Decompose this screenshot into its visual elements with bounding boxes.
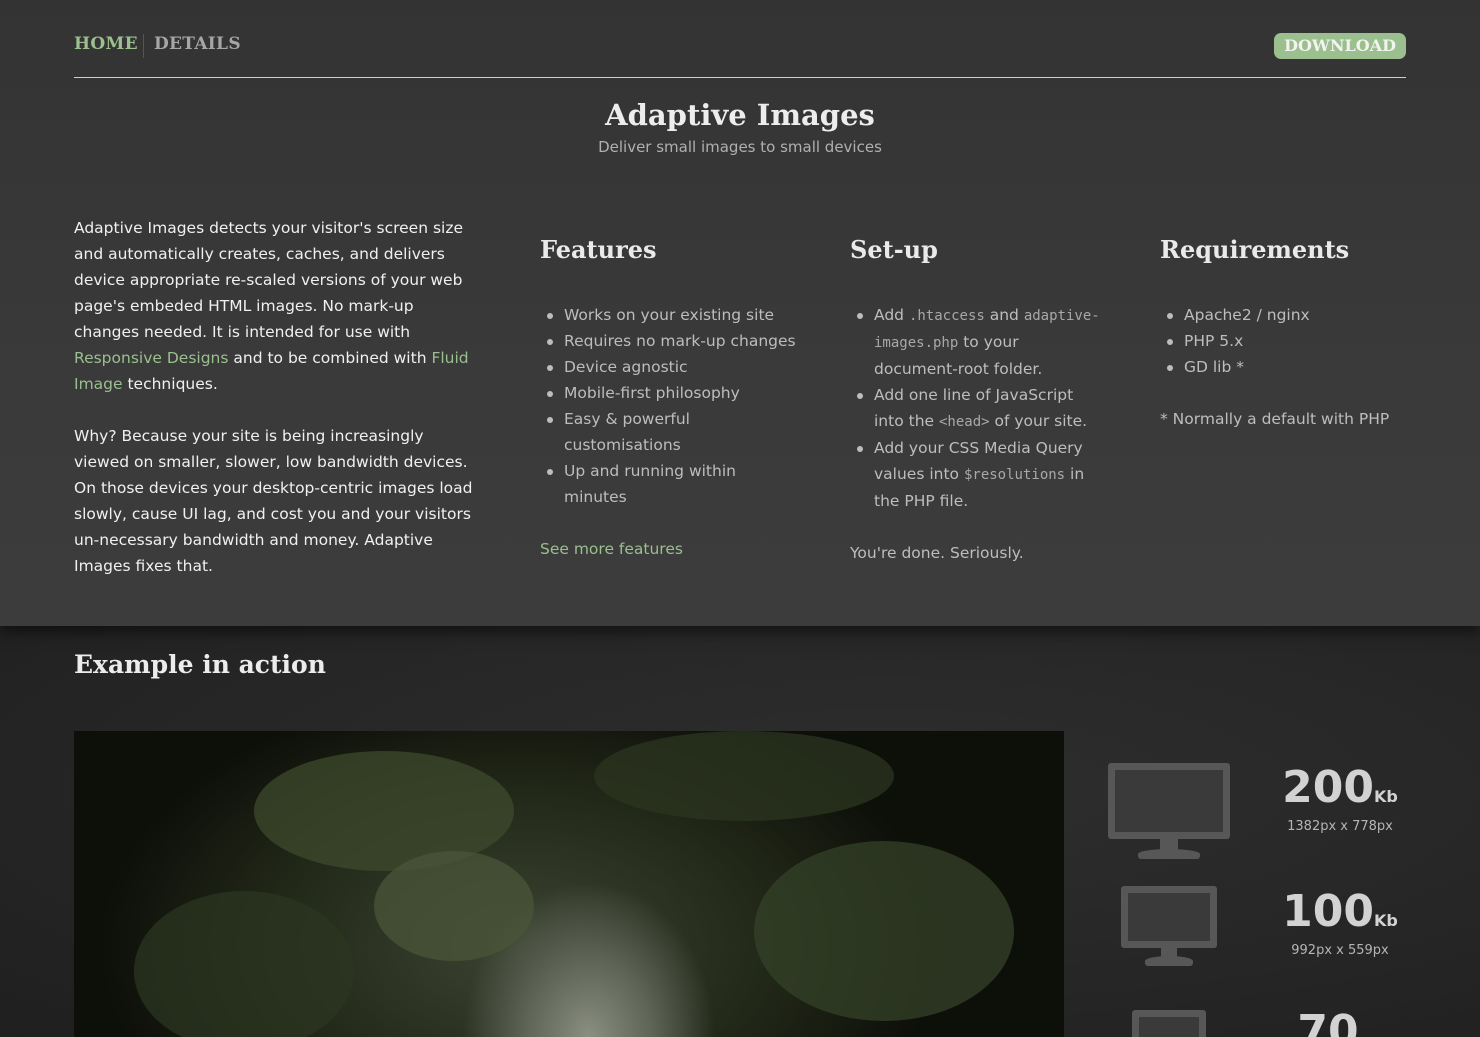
features-heading: Features: [540, 235, 657, 264]
setup-heading: Set-up: [850, 235, 938, 264]
stat-dims: 992px x 559px: [1291, 943, 1389, 958]
stat-size-100: 100Kb: [1270, 890, 1410, 943]
features-list: Works on your existing site Requires no …: [540, 302, 800, 510]
list-item: GD lib *: [1160, 354, 1420, 380]
list-item: Apache2 / nginx: [1160, 302, 1420, 328]
setup-column: Set-up Add .htaccess and adaptive-images…: [850, 232, 1100, 566]
nav-separator: [143, 34, 144, 58]
setup-text: of your site.: [989, 412, 1088, 430]
list-item: Add one line of JavaScript into the <hea…: [850, 382, 1100, 435]
stat-unit: Kb: [1374, 911, 1398, 930]
stat-size-70: 70: [1258, 1010, 1398, 1037]
list-item: Works on your existing site: [540, 302, 800, 328]
desktop-monitor-icon: [1108, 763, 1230, 861]
nav-details-link[interactable]: DETAILS: [154, 34, 241, 54]
list-item: Add .htaccess and adaptive-images.php to…: [850, 302, 1100, 382]
stat-number: 100: [1282, 886, 1374, 937]
nav-home-link[interactable]: HOME: [74, 34, 138, 54]
example-heading: Example in action: [74, 650, 326, 679]
features-column: Features Works on your existing site Req…: [540, 232, 800, 562]
requirements-list: Apache2 / nginx PHP 5.x GD lib *: [1160, 302, 1420, 380]
list-item: Mobile-first philosophy: [540, 380, 800, 406]
page-subtitle: Deliver small images to small devices: [598, 138, 882, 156]
list-item: Add your CSS Media Query values into $re…: [850, 435, 1100, 514]
list-item: Up and running within minutes: [540, 458, 800, 510]
requirements-column: Requirements Apache2 / nginx PHP 5.x GD …: [1160, 232, 1420, 432]
stat-number: 200: [1282, 762, 1374, 813]
intro-text-part: techniques.: [122, 375, 218, 393]
foliage-shape: [134, 891, 354, 1037]
requirements-note: * Normally a default with PHP: [1160, 410, 1390, 428]
setup-list: Add .htaccess and adaptive-images.php to…: [850, 302, 1100, 514]
requirements-heading: Requirements: [1160, 235, 1350, 264]
download-button[interactable]: DOWNLOAD: [1274, 33, 1406, 59]
stat-unit: Kb: [1374, 787, 1398, 806]
see-more-features-link[interactable]: See more features: [540, 540, 683, 558]
intro-text: Adaptive Images detects your visitor's s…: [74, 215, 479, 605]
top-nav: HOME DETAILS DOWNLOAD: [74, 30, 1406, 78]
intro-paragraph-2: Why? Because your site is being increasi…: [74, 427, 473, 575]
header-section: HOME DETAILS DOWNLOAD Adaptive Images De…: [0, 0, 1480, 626]
intro-text-part: Adaptive Images detects your visitor's s…: [74, 219, 464, 341]
example-section: Example in action 200Kb 1382px x 778px 1…: [0, 626, 1480, 1037]
intro-paragraph-1: Adaptive Images detects your visitor's s…: [74, 215, 479, 397]
list-item: Requires no mark-up changes: [540, 328, 800, 354]
stat-dims: 1382px x 778px: [1287, 819, 1393, 834]
setup-done-text: You're done. Seriously.: [850, 544, 1024, 562]
page-title: Adaptive Images: [605, 98, 875, 132]
head-code: <head>: [938, 414, 990, 430]
foliage-shape: [594, 731, 894, 821]
tablet-icon: [1132, 1010, 1206, 1037]
foliage-shape: [374, 851, 534, 961]
htaccess-code: .htaccess: [908, 308, 985, 324]
list-item: Easy & powerful customisations: [540, 406, 800, 458]
example-forest-image: [74, 731, 1064, 1037]
responsive-designs-link[interactable]: Responsive Designs: [74, 349, 228, 367]
resolutions-code: $resolutions: [963, 467, 1066, 483]
stat-number: 70: [1297, 1006, 1359, 1037]
foliage-shape: [754, 841, 1014, 1021]
setup-text: and: [984, 306, 1024, 324]
list-item: Device agnostic: [540, 354, 800, 380]
list-item: PHP 5.x: [1160, 328, 1420, 354]
stat-size-200: 200Kb: [1270, 766, 1410, 819]
laptop-monitor-icon: [1121, 886, 1217, 968]
setup-text: Add: [874, 306, 909, 324]
intro-text-part: and to be combined with: [228, 349, 432, 367]
